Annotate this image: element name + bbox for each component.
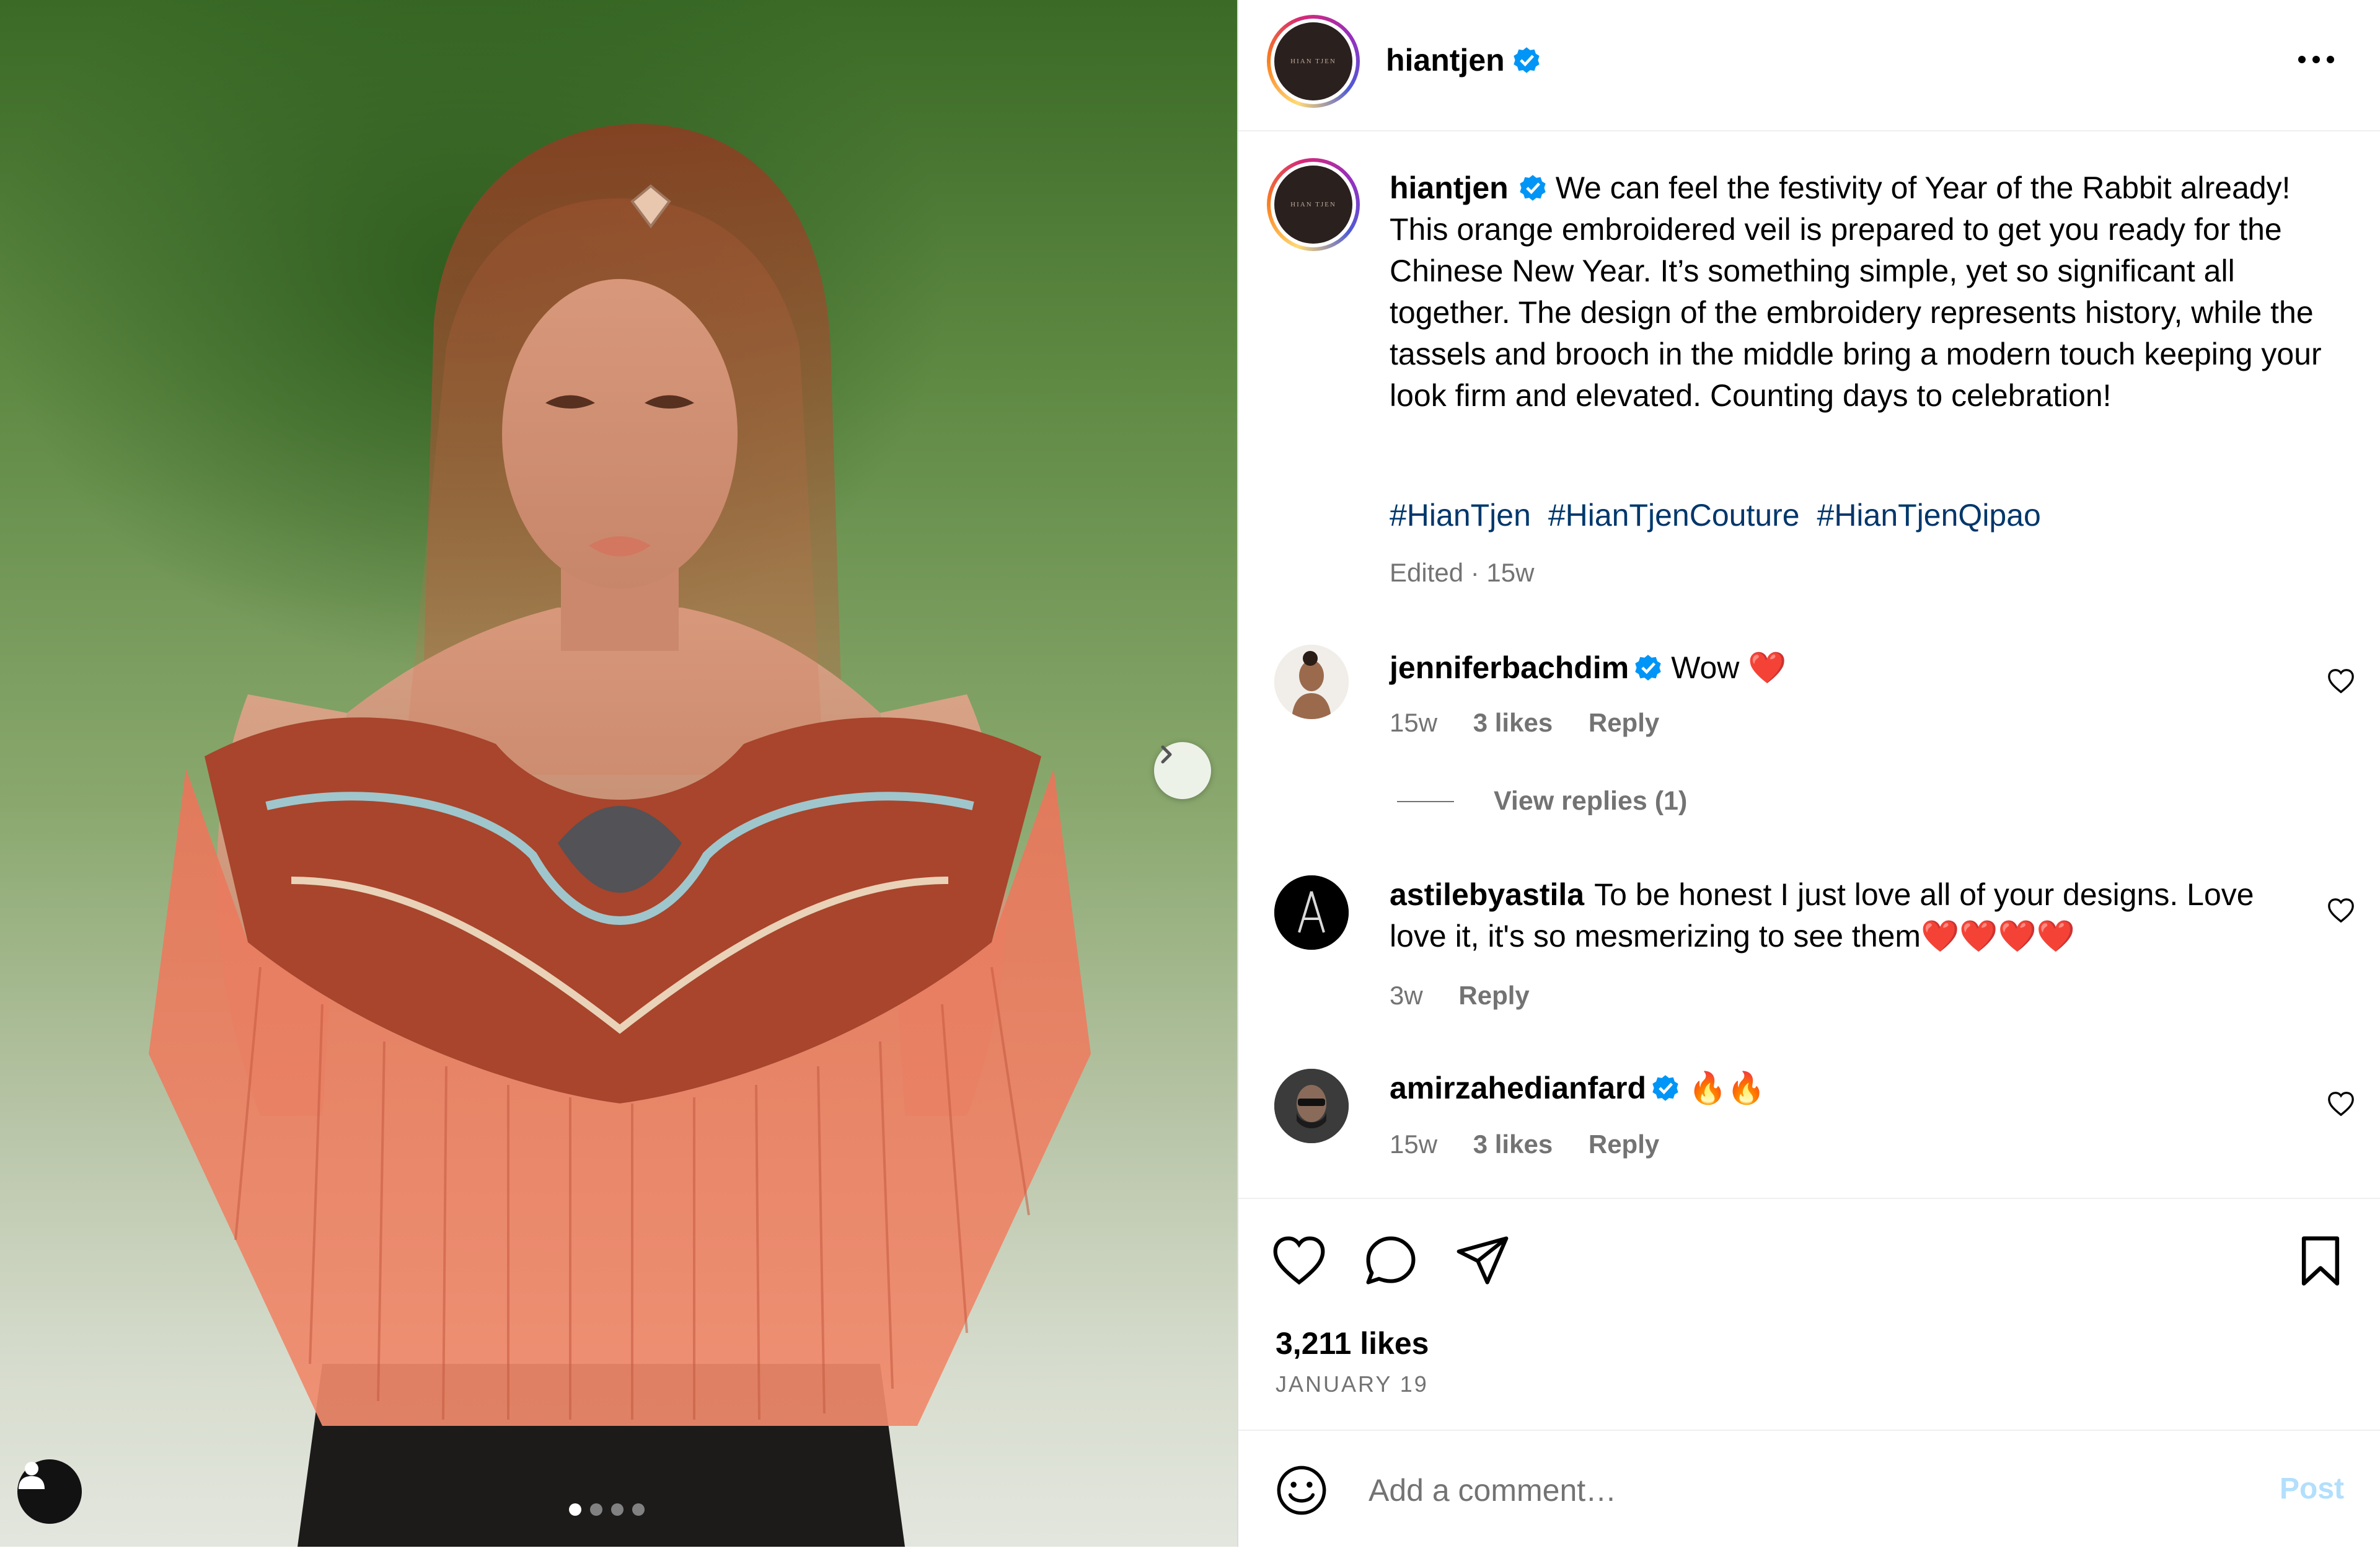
view-replies-button[interactable]: View replies (1) [1397,786,1687,816]
heart-icon[interactable] [2327,667,2355,696]
likes-count[interactable]: 3,211 likes [1276,1325,1429,1361]
comment-meta: 3w Reply [1390,981,1558,1011]
hashtag-link[interactable]: #HianTjen [1390,498,1531,533]
comment-avatar[interactable] [1274,1069,1349,1143]
comment-avatar[interactable] [1274,875,1349,950]
author-logo: HIAN TJEN [1274,22,1352,100]
caption-text: We can feel the festivity of Year of the… [1390,170,2322,413]
post-caption: hiantjen We can feel the festivity of Ye… [1390,167,2332,417]
comment-username[interactable]: amirzahedianfard [1390,1071,1646,1105]
comment-input[interactable] [1367,1468,2175,1513]
comment-avatar[interactable] [1274,645,1349,719]
heart-icon[interactable] [1271,1232,1328,1289]
post-comment-button[interactable]: Post [2280,1472,2344,1506]
emoji-icon[interactable] [1274,1463,1329,1518]
comment-text: 🔥🔥 [1688,1071,1766,1105]
author-avatar[interactable]: HIAN TJEN [1267,15,1360,108]
comment-username[interactable]: astilebyastila [1390,877,1584,912]
comment-username[interactable]: jenniferbachdim [1390,650,1629,685]
carousel-dot [611,1503,624,1516]
tagged-users-button[interactable] [17,1459,82,1524]
comment-likes[interactable]: 3 likes [1473,1130,1553,1159]
verified-icon [1514,47,1540,73]
comment-avatar-image [1274,645,1349,719]
post-actions [1238,1198,2380,1433]
author-username[interactable]: hiantjen [1386,43,1505,77]
comment-body: jenniferbachdim Wow ❤️ [1390,647,2288,689]
verified-icon [1635,655,1661,681]
comment-age: 15w [1390,1130,1438,1159]
caption-username[interactable]: hiantjen [1390,170,1509,205]
verified-icon [1652,1075,1678,1101]
view-replies-label: View replies (1) [1494,786,1688,816]
post-sidebar: HIAN TJEN hiantjen HIAN TJEN hiantjen We… [1237,0,2380,1547]
carousel-dot [590,1503,602,1516]
edited-label: Edited · 15w [1390,558,1535,587]
carousel-next-button[interactable] [1154,742,1211,799]
add-comment-bar: Post [1238,1430,2380,1548]
comment-text: Wow ❤️ [1671,650,1787,685]
post-header: HIAN TJEN hiantjen [1238,0,2380,131]
post-date: JANUARY 19 [1276,1371,1429,1397]
reply-button[interactable]: Reply [1589,1130,1659,1159]
caption-hashtags: #HianTjen #HianTjenCouture #HianTjenQipa… [1390,497,2050,533]
hashtag-link[interactable]: #HianTjenCouture [1548,498,1800,533]
caption-author-avatar[interactable]: HIAN TJEN [1267,158,1360,251]
user-tag-icon [19,1462,45,1489]
carousel-dots [569,1503,645,1516]
more-icon[interactable] [2293,47,2339,72]
verified-icon [1519,175,1546,201]
share-icon[interactable] [1454,1232,1511,1289]
comment-body: astilebyastila To be honest I just love a… [1390,874,2288,957]
post-photo[interactable] [0,0,1237,1547]
comment-age: 3w [1390,981,1423,1010]
comment-meta: 15w 3 likes Reply [1390,708,1688,738]
heart-icon[interactable] [2327,1090,2355,1118]
comment-meta: 15w 3 likes Reply [1390,1130,1688,1159]
heart-icon[interactable] [2327,896,2355,925]
view-replies-line [1397,800,1454,802]
caption-author-logo: HIAN TJEN [1274,166,1352,244]
post-photo-illustration [149,124,1091,1547]
comment-icon[interactable] [1362,1232,1419,1289]
carousel-dot [632,1503,645,1516]
reply-button[interactable]: Reply [1458,981,1529,1010]
comment-avatar-image [1274,1069,1349,1143]
carousel-dot [569,1503,581,1516]
hashtag-link[interactable]: #HianTjenQipao [1817,498,2041,533]
comment-avatar-image [1274,875,1349,950]
reply-button[interactable]: Reply [1589,708,1659,737]
comment-likes[interactable]: 3 likes [1473,708,1553,737]
comment-body: amirzahedianfard 🔥🔥 [1390,1068,2288,1109]
comment-age: 15w [1390,708,1438,737]
chevron-right-icon [1161,745,1172,764]
bookmark-icon[interactable] [2292,1232,2349,1289]
